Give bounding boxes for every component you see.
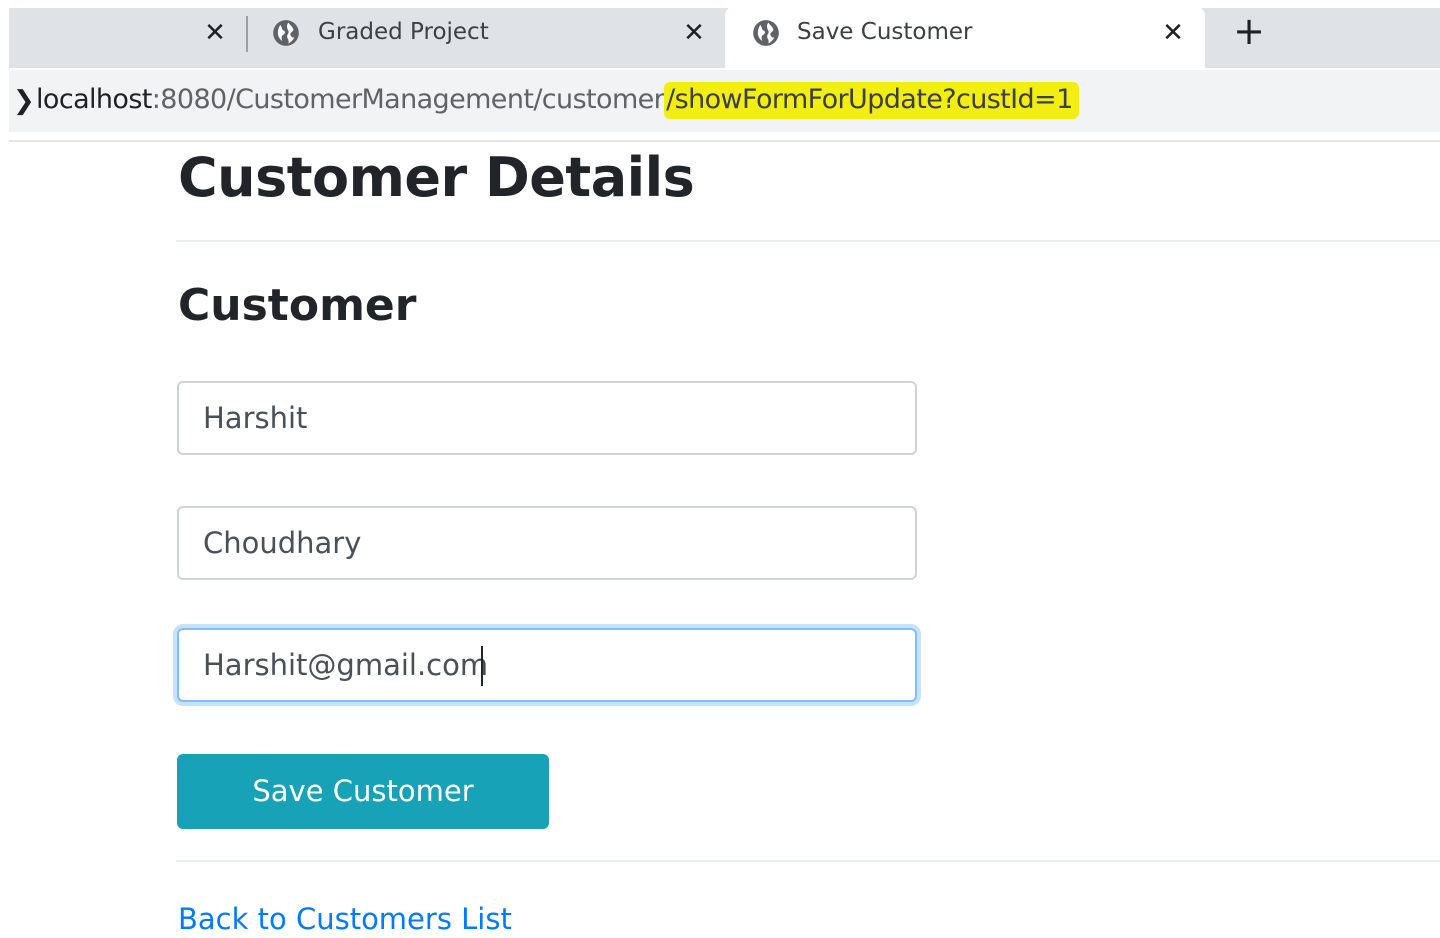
new-tab-icon[interactable]: + xyxy=(1232,12,1266,50)
address-bar[interactable]: ❯ localhost:8080/CustomerManagement/cust… xyxy=(9,70,1440,132)
divider xyxy=(176,860,1440,862)
toolbar-divider xyxy=(9,140,1440,142)
close-tab-icon[interactable]: ✕ xyxy=(204,20,226,46)
url-highlighted-segment: /showFormForUpdate?custId=1 xyxy=(664,82,1079,119)
tab-separator xyxy=(246,16,248,52)
divider xyxy=(176,240,1440,242)
text-caret xyxy=(481,646,483,686)
tab-title: Graded Project xyxy=(318,19,489,45)
chevron-icon: ❯ xyxy=(13,86,35,116)
section-title: Customer xyxy=(178,280,417,331)
email-input[interactable] xyxy=(177,628,917,702)
back-to-customers-link[interactable]: Back to Customers List xyxy=(178,902,512,936)
close-tab-icon[interactable]: ✕ xyxy=(683,20,705,46)
last-name-input[interactable] xyxy=(177,506,917,580)
url-text[interactable]: localhost:8080/CustomerManagement/custom… xyxy=(36,82,1079,119)
browser-window: ✕ Graded Project ✕ Save Customer ✕ + ❯ l… xyxy=(0,0,1440,938)
globe-icon xyxy=(273,20,299,46)
globe-icon xyxy=(753,20,779,46)
tab-title: Save Customer xyxy=(797,19,973,45)
first-name-input[interactable] xyxy=(177,381,917,455)
save-customer-button[interactable]: Save Customer xyxy=(177,754,549,829)
page-title: Customer Details xyxy=(178,146,695,209)
close-tab-icon[interactable]: ✕ xyxy=(1162,20,1184,46)
url-host: localhost xyxy=(36,84,152,115)
url-path: :8080/CustomerManagement/customer xyxy=(151,84,665,115)
